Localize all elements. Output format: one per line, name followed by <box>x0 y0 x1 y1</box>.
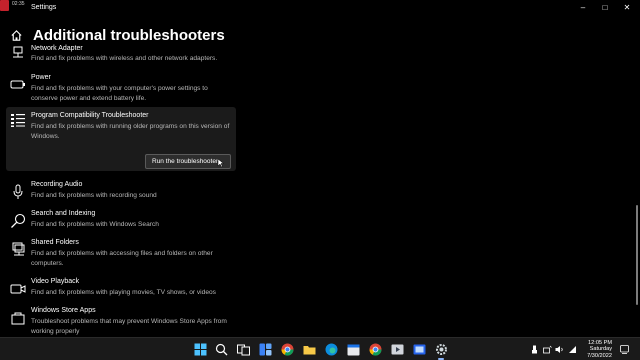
page-title: Additional troubleshooters <box>33 27 225 44</box>
troubleshooter-name: Power <box>31 74 51 81</box>
network-icon[interactable] <box>543 345 552 354</box>
troubleshooter-name: Recording Audio <box>31 181 83 188</box>
microphone-icon <box>13 184 23 199</box>
troubleshooter-name: Windows Store Apps <box>31 307 96 314</box>
troubleshooter-description: Find and fix problems with playing movie… <box>31 289 216 296</box>
troubleshooter-description: Troubleshoot problems that may prevent W… <box>31 318 227 335</box>
title-bar: 02:35 Settings – □ ✕ <box>0 0 640 18</box>
notifications-icon[interactable] <box>620 345 629 354</box>
usb-icon[interactable] <box>530 345 539 354</box>
troubleshooter-description: Find and fix problems with recording sou… <box>31 192 157 199</box>
taskbar: 12:05 PM Saturday 7/30/2022 <box>0 337 640 360</box>
troubleshooter-description: Find and fix problems with your computer… <box>31 85 208 102</box>
window-title: Settings <box>31 4 57 11</box>
clock-date: 7/30/2022 <box>587 352 612 359</box>
troubleshooter-name: Program Compatibility Troubleshooter <box>31 112 149 119</box>
file-explorer-icon[interactable] <box>303 343 316 356</box>
chrome-icon[interactable] <box>281 343 294 356</box>
troubleshooter-recording-audio[interactable]: Recording Audio Find and fix problems wi… <box>6 181 236 203</box>
troubleshooter-windows-store-apps[interactable]: Windows Store Apps Troubleshoot problems… <box>6 307 236 335</box>
mouse-cursor-icon <box>217 158 225 168</box>
maximize-button[interactable]: □ <box>598 2 612 14</box>
scrollbar[interactable] <box>636 205 638 305</box>
app-icon[interactable] <box>413 343 426 356</box>
app-icon[interactable] <box>391 343 404 356</box>
network-adapter-icon <box>13 46 23 58</box>
troubleshooter-name: Shared Folders <box>31 239 79 246</box>
battery-icon <box>10 80 25 89</box>
troubleshooter-name: Search and Indexing <box>31 210 96 217</box>
troubleshooter-search-indexing[interactable]: Search and Indexing Find and fix problem… <box>6 210 236 232</box>
search-icon <box>11 213 26 228</box>
video-icon <box>10 284 26 294</box>
start-icon[interactable] <box>194 343 207 356</box>
chrome-icon[interactable] <box>369 343 382 356</box>
troubleshooter-power[interactable]: Power Find and fix problems with your co… <box>6 74 236 104</box>
close-button[interactable]: ✕ <box>620 2 634 14</box>
program-list-icon <box>11 114 25 127</box>
troubleshooter-description: Find and fix problems with accessing fil… <box>31 250 213 267</box>
troubleshooter-video-playback[interactable]: Video Playback Find and fix problems wit… <box>6 278 236 300</box>
minimize-button[interactable]: – <box>576 2 590 14</box>
calendar-icon[interactable] <box>347 343 360 356</box>
clock[interactable]: 12:05 PM Saturday 7/30/2022 <box>578 340 612 359</box>
troubleshooter-name: Video Playback <box>31 278 80 285</box>
task-view-icon[interactable] <box>237 343 250 356</box>
taskbar-search-icon[interactable] <box>215 343 228 356</box>
troubleshooter-network-adapter[interactable]: Network Adapter Find and fix problems wi… <box>6 45 236 67</box>
settings-icon[interactable] <box>435 343 448 356</box>
wifi-icon[interactable] <box>568 345 577 354</box>
volume-icon[interactable] <box>555 345 564 354</box>
recording-time: 02:35 <box>12 1 25 7</box>
troubleshooter-description: Find and fix problems with running older… <box>31 123 230 140</box>
shared-folders-icon <box>12 242 25 256</box>
widgets-icon[interactable] <box>259 343 272 356</box>
troubleshooter-name: Network Adapter <box>31 45 83 52</box>
edge-icon[interactable] <box>325 343 338 356</box>
troubleshooter-shared-folders[interactable]: Shared Folders Find and fix problems wit… <box>6 239 236 269</box>
troubleshooter-description: Find and fix problems with Windows Searc… <box>31 221 159 228</box>
store-icon <box>11 312 25 325</box>
troubleshooter-description: Find and fix problems with wireless and … <box>31 55 218 62</box>
home-icon[interactable] <box>10 29 23 42</box>
recording-indicator-icon <box>0 0 9 11</box>
